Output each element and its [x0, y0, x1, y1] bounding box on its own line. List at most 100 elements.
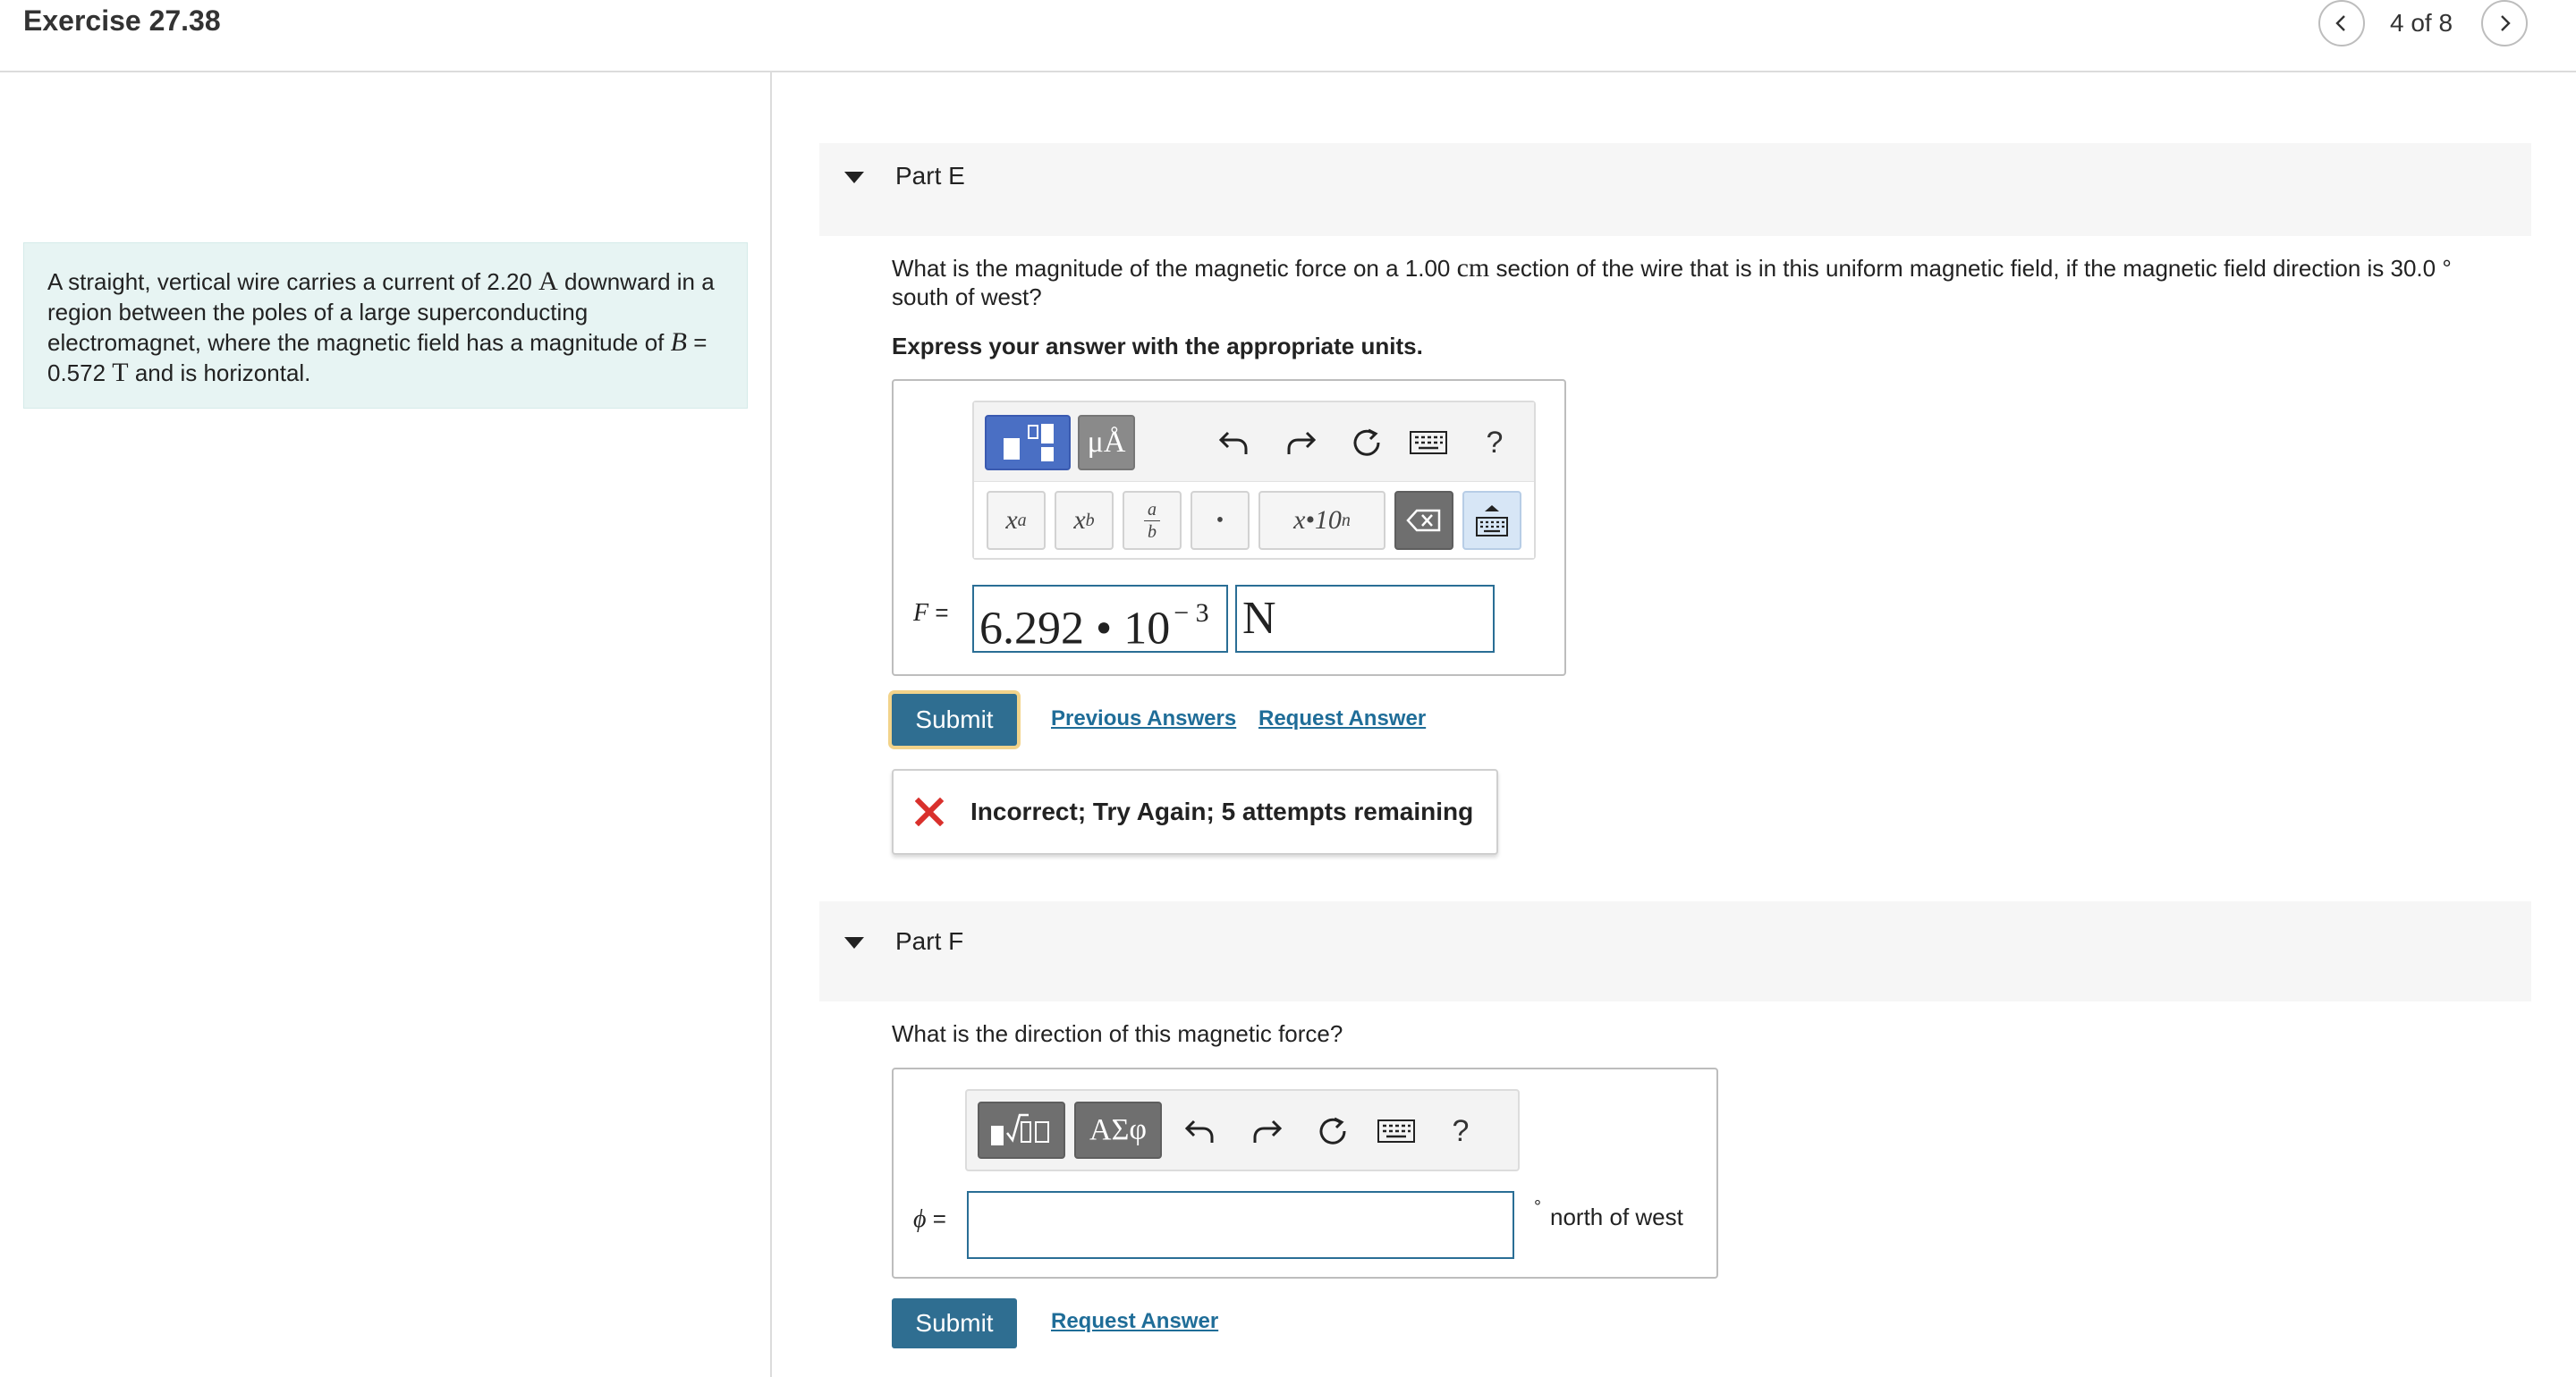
field-unit: T — [112, 358, 129, 387]
previous-answers-link[interactable]: Previous Answers — [1051, 706, 1236, 731]
part-e-request-answer-link[interactable]: Request Answer — [1258, 706, 1426, 731]
equals-sign: = — [926, 1205, 946, 1232]
part-e-answer-box: μÅ ? xa xb a b • x•10 n F = 6.292 • 10 −… — [892, 379, 1566, 676]
fraction-bar — [1144, 520, 1160, 521]
incorrect-x-icon — [915, 798, 944, 826]
reset-button[interactable] — [1344, 420, 1389, 465]
undo-button[interactable] — [1212, 420, 1257, 465]
backspace-icon — [1406, 509, 1441, 532]
exercise-header: Exercise 27.38 4 of 8 — [0, 0, 2576, 72]
part-f-header[interactable]: Part F — [819, 901, 2531, 1001]
force-symbol: F — [913, 599, 929, 627]
problem-text: A straight, vertical wire carries a curr… — [47, 268, 539, 295]
column-divider — [770, 72, 772, 1377]
collapse-caret-icon[interactable] — [844, 937, 864, 949]
direction-unit-label: ° north of west — [1534, 1197, 1683, 1231]
keyboard-button[interactable] — [1402, 422, 1455, 463]
exercise-title: Exercise 27.38 — [23, 4, 221, 37]
collapse-caret-icon[interactable] — [844, 172, 864, 183]
keyboard-button[interactable] — [1369, 1111, 1423, 1152]
fraction-numerator: a — [1148, 499, 1157, 520]
toolbar-row-bottom: xa xb a b • x•10 n — [974, 481, 1534, 558]
part-e-instruction: Express your answer with the appropriate… — [892, 333, 1423, 359]
units-button[interactable]: μÅ — [1078, 415, 1135, 470]
problem-statement: A straight, vertical wire carries a curr… — [23, 242, 748, 409]
templates-button[interactable] — [978, 1102, 1065, 1159]
greek-button-label: ΑΣφ — [1089, 1113, 1147, 1146]
backspace-button[interactable] — [1394, 491, 1453, 550]
help-button[interactable]: ? — [1475, 420, 1514, 465]
keyboard-icon — [1410, 431, 1447, 454]
direction-variable-label: ϕ = — [913, 1205, 946, 1234]
part-f-label: Part F — [895, 927, 964, 955]
question-text: What is the magnitude of the magnetic fo… — [892, 255, 1457, 282]
superscript-button[interactable]: xa — [987, 491, 1046, 550]
templates-icon — [1004, 424, 1054, 461]
dot-label: • — [1216, 508, 1224, 532]
previous-item-button[interactable] — [2318, 0, 2365, 46]
templates-button[interactable] — [985, 415, 1071, 470]
keyboard-toggle-icon — [1476, 505, 1508, 536]
fraction-denominator: b — [1148, 521, 1157, 542]
part-e-label: Part E — [895, 162, 965, 190]
toolbar-row-top: μÅ ? — [974, 402, 1534, 481]
scientific-notation-button[interactable]: x•10 n — [1258, 491, 1385, 550]
part-f-request-answer-link[interactable]: Request Answer — [1051, 1309, 1218, 1334]
force-unit-input[interactable]: N — [1235, 585, 1495, 653]
chevron-left-icon — [2335, 15, 2345, 31]
force-exponent: − 3 — [1174, 598, 1209, 628]
part-f-submit-button[interactable]: Submit — [892, 1298, 1017, 1348]
direction-input[interactable] — [967, 1191, 1514, 1259]
subscript-button[interactable]: xb — [1055, 491, 1114, 550]
reset-icon — [1319, 1117, 1346, 1145]
subscript-sub: b — [1085, 510, 1095, 530]
help-icon: ? — [1486, 425, 1504, 460]
units-button-label: μÅ — [1087, 426, 1126, 459]
sci-notation-exp: n — [1341, 510, 1351, 530]
feedback-message: Incorrect; Try Again; 5 attempts remaini… — [892, 769, 1498, 855]
math-toolbar: ΑΣφ ? — [965, 1089, 1520, 1171]
reset-button[interactable] — [1310, 1109, 1355, 1153]
question-unit: cm — [1456, 253, 1490, 283]
undo-button[interactable] — [1178, 1109, 1223, 1153]
part-e-header[interactable]: Part E — [819, 143, 2531, 236]
templates-radical-icon — [991, 1113, 1049, 1145]
degree-symbol: ° — [1534, 1197, 1541, 1217]
fraction-button[interactable]: a b — [1123, 491, 1182, 550]
redo-button[interactable] — [1244, 1109, 1289, 1153]
feedback-text: Incorrect; Try Again; 5 attempts remaini… — [970, 798, 1474, 825]
help-icon: ? — [1452, 1113, 1470, 1148]
redo-icon — [1287, 431, 1316, 454]
keyboard-icon — [1377, 1119, 1415, 1143]
redo-icon — [1253, 1119, 1282, 1143]
sci-notation-label: x•10 — [1293, 505, 1342, 535]
undo-icon — [1185, 1119, 1214, 1143]
problem-text: and is horizontal. — [128, 359, 311, 386]
part-e-question: What is the magnitude of the magnetic fo… — [892, 254, 2484, 311]
current-unit: A — [538, 266, 558, 296]
undo-icon — [1219, 431, 1248, 454]
math-toolbar: μÅ ? xa xb a b • x•10 n — [972, 401, 1536, 560]
field-symbol: B — [670, 327, 687, 357]
equals-sign: = — [928, 599, 949, 626]
force-value-text: 6.292 • 10 — [979, 603, 1171, 655]
part-e-submit-button[interactable]: Submit — [892, 694, 1017, 746]
force-unit-text: N — [1242, 593, 1276, 644]
next-item-button[interactable] — [2481, 0, 2528, 46]
force-value-input[interactable]: 6.292 • 10− 3 — [972, 585, 1228, 655]
help-button[interactable]: ? — [1441, 1109, 1480, 1153]
part-f-question: What is the direction of this magnetic f… — [892, 1020, 1343, 1047]
item-counter: 4 of 8 — [2390, 9, 2453, 37]
reset-icon — [1353, 428, 1380, 456]
subscript-base: x — [1073, 505, 1086, 535]
force-variable-label: F = — [913, 599, 949, 628]
unit-suffix: north of west — [1550, 1204, 1683, 1230]
greek-symbols-button[interactable]: ΑΣφ — [1074, 1102, 1162, 1159]
chevron-right-icon — [2501, 15, 2511, 31]
dot-button[interactable]: • — [1191, 491, 1250, 550]
part-f-answer-box: ΑΣφ ? ϕ = ° north of west — [892, 1068, 1718, 1279]
keyboard-toggle-button[interactable] — [1462, 491, 1521, 550]
redo-button[interactable] — [1278, 420, 1323, 465]
superscript-exp: a — [1017, 510, 1027, 530]
superscript-base: x — [1005, 505, 1018, 535]
